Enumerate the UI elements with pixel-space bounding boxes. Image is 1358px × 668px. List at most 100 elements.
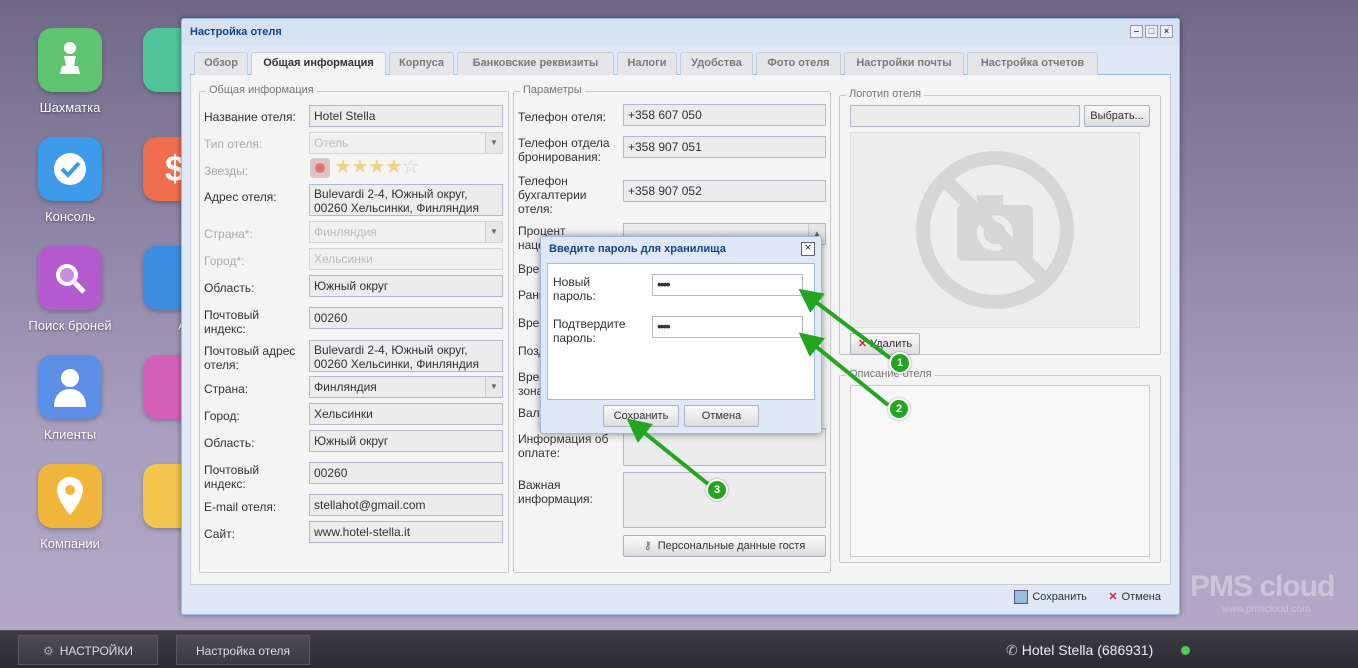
- star-rating[interactable]: ★★★★☆: [334, 156, 420, 178]
- floppy-icon: [1014, 590, 1029, 605]
- chevron-down-icon[interactable]: ▼: [485, 133, 502, 153]
- address-label: Адрес отеля:: [204, 190, 277, 204]
- minus-icon: [315, 163, 325, 173]
- postal-code-field[interactable]: 00260: [309, 307, 503, 329]
- close-icon[interactable]: ×: [1160, 25, 1173, 38]
- pmscloud-watermark: PMS cloud www.pmscloud.com: [1190, 570, 1358, 630]
- dialog-body: Новый пароль: •••• Подтвердите пароль: •…: [547, 263, 815, 400]
- desktop-icon-clients[interactable]: Клиенты: [10, 355, 130, 442]
- hotel-name-label: Название отеля:: [204, 110, 296, 124]
- parameters-legend: Параметры: [520, 84, 585, 96]
- payment-info-label: Информация об оплате:: [518, 432, 609, 460]
- city2-field[interactable]: Хельсинки: [309, 403, 503, 425]
- country2-label: Страна:: [204, 382, 249, 396]
- site-label: Сайт:: [204, 527, 236, 541]
- email-label: E-mail отеля:: [204, 500, 277, 514]
- postal-address-label: Почтовый адрес отеля:: [204, 344, 296, 372]
- desktop-icon-label: Клиенты: [43, 427, 97, 442]
- tab-overview[interactable]: Обзор: [194, 52, 248, 75]
- region2-label: Область:: [204, 436, 255, 450]
- country2-select[interactable]: Финляндия ▼: [309, 376, 503, 398]
- phone-label: Телефон отеля:: [518, 110, 606, 124]
- dialog-cancel-button[interactable]: Отмена: [684, 405, 759, 427]
- tab-bank-details[interactable]: Банковские реквизиты: [457, 52, 614, 75]
- star-icon[interactable]: ★: [351, 156, 369, 178]
- dialog-save-button[interactable]: Сохранить: [603, 405, 679, 427]
- guest-personal-data-label: Персональные данные гостя: [657, 540, 806, 552]
- tab-general-info[interactable]: Общая информация: [251, 52, 386, 76]
- tab-taxes[interactable]: Налоги: [617, 52, 677, 75]
- desktop-icon-companies[interactable]: Компании: [10, 464, 130, 551]
- site-field[interactable]: www.hotel-stella.it: [309, 521, 503, 543]
- region-label: Область:: [204, 281, 255, 295]
- hotel-name-field[interactable]: Hotel Stella: [309, 105, 503, 127]
- region2-field[interactable]: Южный округ: [309, 430, 503, 452]
- storage-password-dialog: Введите пароль для хранилища × Новый пар…: [540, 236, 822, 434]
- phone-field[interactable]: +358 607 050: [623, 104, 826, 126]
- callout-marker-3: 3: [706, 479, 728, 501]
- logo-preview: [850, 132, 1140, 328]
- hotel-settings-taskbar-button[interactable]: Настройка отеля: [176, 635, 310, 665]
- tab-amenities[interactable]: Удобства: [680, 52, 753, 75]
- desktop-icon-label: Консоль: [45, 209, 95, 224]
- watermark-url: www.pmscloud.com: [1222, 604, 1311, 615]
- settings-taskbar-button[interactable]: ⚙ НАСТРОЙКИ: [18, 635, 158, 665]
- accounting-phone-label: Телефон бухгалтерии отеля:: [518, 174, 587, 216]
- desktop-icon-label: Шахматка: [39, 100, 101, 115]
- email-field[interactable]: stellahot@gmail.com: [309, 494, 503, 516]
- phone-icon: ✆: [1006, 642, 1018, 658]
- country-value: Финляндия: [314, 225, 377, 239]
- guest-personal-data-button[interactable]: ⚷ Персональные данные гостя: [623, 535, 826, 557]
- important-info-field[interactable]: [623, 472, 826, 528]
- minimize-icon[interactable]: –: [1130, 25, 1143, 38]
- choose-logo-button[interactable]: Выбрать...: [1084, 105, 1150, 127]
- logo-file-field[interactable]: [850, 105, 1080, 127]
- country-select[interactable]: Финляндия ▼: [309, 221, 503, 243]
- city-field[interactable]: Хельсинки: [309, 248, 503, 270]
- tab-buildings[interactable]: Корпуса: [389, 52, 454, 75]
- chevron-down-icon[interactable]: ▼: [485, 377, 502, 397]
- new-password-field[interactable]: ••••: [652, 274, 803, 296]
- footer-cancel-button[interactable]: ✕ Отмена: [1108, 586, 1161, 608]
- star-icon[interactable]: ★: [368, 156, 386, 178]
- delete-logo-button[interactable]: ✕ Удалить: [850, 333, 920, 355]
- callout-marker-1: 1: [889, 352, 911, 374]
- tab-report-settings[interactable]: Настройка отчетов: [967, 52, 1098, 75]
- confirm-password-field[interactable]: ••••: [652, 316, 803, 338]
- person-icon: [38, 355, 102, 419]
- callout-marker-2: 2: [888, 398, 910, 420]
- chevron-down-icon[interactable]: ▼: [485, 222, 502, 242]
- booking-phone-label: Телефон отдела бронирования:: [518, 136, 610, 164]
- stars-clear-button[interactable]: [310, 158, 330, 178]
- description-legend: Описание отеля: [846, 368, 935, 380]
- accounting-phone-field[interactable]: +358 907 052: [623, 180, 826, 202]
- footer-save-button[interactable]: Сохранить: [1014, 586, 1087, 608]
- star-icon[interactable]: ★: [385, 156, 403, 178]
- desktop-icon-chessboard[interactable]: Шахматка: [10, 28, 130, 115]
- tab-hotel-photo[interactable]: Фото отеля: [756, 52, 841, 75]
- country-label: Страна*:: [204, 227, 253, 241]
- postal-address-field[interactable]: Bulevardi 2-4, Южный округ, 00260 Хельси…: [309, 340, 503, 372]
- address-field[interactable]: Bulevardi 2-4, Южный округ, 00260 Хельси…: [309, 184, 503, 216]
- delete-logo-label: Удалить: [870, 338, 913, 350]
- booking-phone-field[interactable]: +358 907 051: [623, 136, 826, 158]
- window-titlebar[interactable]: Настройка отеля – □ ×: [182, 19, 1179, 45]
- desktop-icon-console[interactable]: Консоль: [10, 137, 130, 224]
- region-field[interactable]: Южный округ: [309, 275, 503, 297]
- dialog-close-icon[interactable]: ×: [801, 242, 815, 256]
- postal-code2-field[interactable]: 00260: [309, 462, 503, 484]
- footer-save-label: Сохранить: [1032, 591, 1087, 603]
- desktop-icon-booking-search[interactable]: Поиск броней: [10, 246, 130, 333]
- star-icon[interactable]: ★: [334, 156, 352, 178]
- delete-x-icon: ✕: [857, 338, 868, 350]
- no-photo-icon: [916, 151, 1074, 309]
- star-empty-icon[interactable]: ☆: [402, 156, 420, 178]
- hotel-type-select[interactable]: Отель ▼: [309, 132, 503, 154]
- tab-mail-settings[interactable]: Настройки почты: [844, 52, 964, 75]
- tab-bar: Обзор Общая информация Корпуса Банковски…: [190, 51, 1171, 76]
- postal-code-label: Почтовый индекс:: [204, 308, 260, 336]
- chess-pawn-icon: [38, 28, 102, 92]
- maximize-icon[interactable]: □: [1145, 25, 1158, 38]
- desktop-icon-label: Поиск броней: [28, 318, 112, 333]
- window-footer: Сохранить ✕ Отмена: [190, 585, 1171, 609]
